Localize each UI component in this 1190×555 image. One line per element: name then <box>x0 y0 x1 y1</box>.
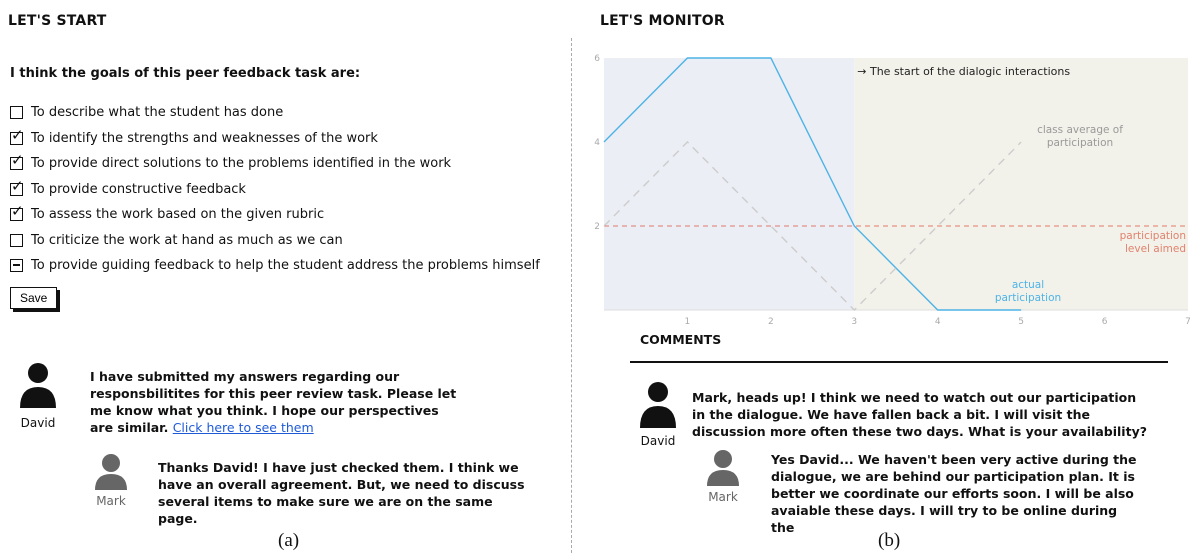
goals-checklist: To describe what the student has done ✓ To… <box>10 100 540 279</box>
actual-participation-label: actual <box>1012 279 1044 291</box>
checkbox[interactable] <box>10 106 23 120</box>
x-tick-label: 4 <box>935 317 941 327</box>
goal-option[interactable]: To provide guiding feedback to help the … <box>10 253 540 279</box>
x-tick-label: 1 <box>685 317 691 327</box>
user-icon <box>20 363 56 408</box>
y-tick-label: 2 <box>594 222 600 232</box>
user-icon <box>640 382 676 428</box>
comment-david: Mark, heads up! I think we need to watch… <box>692 390 1147 439</box>
y-tick-label: 6 <box>594 54 600 64</box>
aimed-level-label: level aimed <box>1125 243 1186 255</box>
goal-option[interactable]: ✓ To identify the strengths and weaknesse… <box>10 126 540 152</box>
minus-icon <box>13 264 20 266</box>
dialogic-start-annotation: → The start of the dialogic interactions <box>857 65 1070 78</box>
actual-participation-label: participation <box>995 292 1061 304</box>
avatar-david: David <box>17 360 59 430</box>
user-icon <box>707 450 739 486</box>
comments-rule <box>630 361 1168 363</box>
goal-option-label: To provide direct solutions to the probl… <box>31 156 452 172</box>
checkbox[interactable]: ✓ <box>10 204 24 222</box>
caption-a: (a) <box>278 530 300 551</box>
user-icon <box>95 454 127 490</box>
participation-chart: 2 4 6 1 2 3 4 5 6 7 → The start of the dialogic in… <box>594 54 1190 327</box>
checkbox[interactable]: ✓ <box>10 178 24 196</box>
aimed-level-label: participation <box>1120 230 1186 242</box>
caption-b: (b) <box>878 530 901 551</box>
goal-option[interactable]: ✓ To assess the work based on the given r… <box>10 202 540 228</box>
comment-mark: Yes David... We haven't been very active… <box>771 452 1137 535</box>
goal-option-label: To provide constructive feedback <box>31 181 246 197</box>
left-section-title: LET'S START <box>8 13 107 29</box>
comments-title: COMMENTS <box>640 332 722 347</box>
goal-option-label: To provide guiding feedback to help the … <box>31 258 540 274</box>
avatar-david: David <box>637 380 679 448</box>
goal-option-label: To describe what the student has done <box>31 105 284 121</box>
see-answers-link[interactable]: Click here to see them <box>173 420 314 435</box>
checkmark-icon: ✓ <box>11 151 24 170</box>
goal-option-label: To assess the work based on the given ru… <box>31 207 325 223</box>
x-tick-label: 2 <box>768 317 774 327</box>
author-name: David <box>20 416 56 430</box>
author-name: David <box>640 434 676 448</box>
class-average-label: class average of <box>1037 124 1123 136</box>
x-tick-label: 7 <box>1185 317 1190 327</box>
author-name: Mark <box>96 494 126 508</box>
goals-question: I think the goals of this peer feedback … <box>10 66 361 81</box>
panel-divider <box>571 38 572 553</box>
goal-option[interactable]: To criticize the work at hand as much as… <box>10 228 540 254</box>
x-tick-label: 5 <box>1018 317 1024 327</box>
avatar-mark: Mark <box>702 448 744 504</box>
goal-option-label: To identify the strengths and weaknesses… <box>31 130 378 146</box>
goal-option[interactable]: ✓ To provide direct solutions to the prob… <box>10 151 540 177</box>
checkbox[interactable]: ✓ <box>10 127 24 145</box>
goal-option-label: To criticize the work at hand as much as… <box>31 232 343 248</box>
save-button[interactable]: Save <box>10 287 58 309</box>
message-david: I have submitted my answers regarding ou… <box>90 368 465 436</box>
x-tick-label: 3 <box>851 317 857 327</box>
checkmark-icon: ✓ <box>11 176 24 195</box>
goal-option[interactable]: To describe what the student has done <box>10 100 540 126</box>
right-section-title: LET'S MONITOR <box>600 13 725 29</box>
goal-option[interactable]: ✓ To provide constructive feedback <box>10 177 540 203</box>
x-tick-label: 6 <box>1102 317 1108 327</box>
message-mark: Thanks David! I have just checked them. … <box>158 460 525 526</box>
class-average-label: participation <box>1047 137 1113 149</box>
checkbox[interactable] <box>10 259 23 273</box>
checkbox[interactable] <box>10 233 23 247</box>
checkbox[interactable]: ✓ <box>10 153 24 171</box>
y-tick-label: 4 <box>594 138 600 148</box>
chart-region-1 <box>854 58 1188 310</box>
checkmark-icon: ✓ <box>11 202 24 221</box>
checkmark-icon: ✓ <box>11 125 24 144</box>
author-name: Mark <box>708 490 738 504</box>
avatar-mark: Mark <box>90 452 132 508</box>
